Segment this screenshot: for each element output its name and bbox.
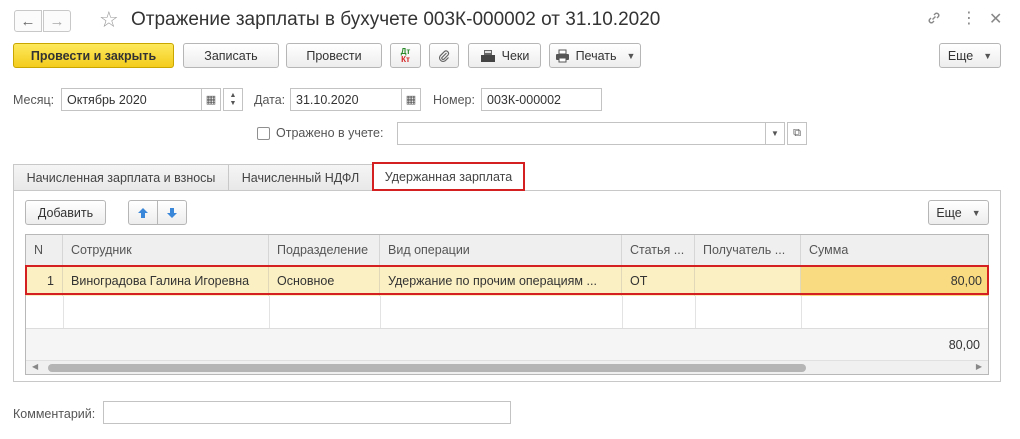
more-label: Еще: [947, 48, 974, 63]
checks-button[interactable]: Чеки: [468, 43, 541, 68]
month-label: Месяц:: [13, 93, 55, 107]
cell-operation[interactable]: Удержание по прочим операциям ...: [380, 266, 622, 296]
forward-arrow-icon: →: [49, 12, 65, 30]
checks-label: Чеки: [501, 48, 530, 63]
calendar-icon: ▦: [405, 94, 417, 106]
caret-down-icon: ▼: [983, 50, 993, 61]
calendar-icon: ▦: [205, 94, 217, 106]
column-header-article[interactable]: Статья ...: [622, 235, 695, 266]
tab-accrued-ndfl[interactable]: Начисленный НДФЛ: [228, 164, 373, 190]
cell-article[interactable]: ОТ: [622, 266, 695, 296]
comment-field[interactable]: [103, 401, 511, 424]
reflected-dropdown-button[interactable]: ▼: [765, 122, 785, 145]
scroll-right-icon[interactable]: ▶: [976, 362, 982, 371]
more-icon[interactable]: ⋮: [961, 8, 977, 28]
print-label: Печать: [575, 48, 617, 63]
tab-accrued-salary[interactable]: Начисленная зарплата и взносы: [13, 164, 229, 190]
cell-sum[interactable]: 80,00: [801, 266, 988, 296]
post-label: Провести: [306, 48, 362, 63]
column-header-recipient[interactable]: Получатель ...: [695, 235, 801, 266]
link-icon[interactable]: [926, 10, 942, 31]
number-label: Номер:: [433, 93, 475, 107]
post-button[interactable]: Провести: [286, 43, 382, 68]
month-stepper[interactable]: ▲ ▼: [223, 88, 243, 111]
page-title: Отражение зарплаты в бухучете 003К-00000…: [131, 9, 661, 30]
column-header-operation[interactable]: Вид операции: [380, 235, 622, 266]
scrollbar-thumb[interactable]: [48, 364, 806, 372]
date-field[interactable]: [290, 88, 402, 111]
post-and-close-button[interactable]: Провести и закрыть: [13, 43, 174, 68]
close-icon[interactable]: ✕: [989, 9, 1002, 29]
cell-employee[interactable]: Виноградова Галина Игоревна: [63, 266, 269, 296]
attach-button[interactable]: [429, 43, 459, 68]
add-button[interactable]: Добавить: [25, 200, 106, 225]
print-button[interactable]: Печать ▼: [549, 43, 641, 68]
cash-register-icon: [480, 49, 495, 62]
table-more-button[interactable]: Еще ▼: [928, 200, 989, 225]
column-header-n[interactable]: N: [26, 235, 63, 266]
tab-withheld-salary[interactable]: Удержанная зарплата: [372, 162, 525, 191]
cell-recipient[interactable]: [695, 266, 801, 296]
reflected-checkbox[interactable]: [257, 127, 270, 140]
caret-down-icon: ▼: [626, 50, 636, 61]
scroll-left-icon[interactable]: ◀: [32, 362, 38, 371]
forward-button[interactable]: →: [43, 10, 71, 32]
open-button[interactable]: ⧉: [787, 122, 807, 145]
move-up-button[interactable]: [128, 200, 158, 225]
total-sum: 80,00: [948, 338, 980, 352]
stepper-down-icon: ▼: [229, 99, 237, 107]
date-calendar-button[interactable]: ▦: [401, 88, 421, 111]
reflected-label: Отражено в учете:: [276, 126, 384, 140]
kt-icon: Кт: [401, 54, 410, 64]
stepper-up-icon: ▲: [229, 91, 237, 99]
date-label: Дата:: [254, 93, 286, 107]
table-header: N Сотрудник Подразделение Вид операции С…: [26, 235, 988, 266]
withheld-table[interactable]: N Сотрудник Подразделение Вид операции С…: [25, 234, 989, 375]
back-button[interactable]: ←: [14, 10, 42, 32]
caret-down-icon: ▼: [971, 207, 981, 218]
post-and-close-label: Провести и закрыть: [30, 48, 157, 63]
add-label: Добавить: [37, 205, 94, 220]
cell-n[interactable]: 1: [26, 266, 63, 296]
table-footer: 80,00: [26, 328, 988, 360]
open-window-icon: ⧉: [793, 127, 801, 139]
table-more-label: Еще: [936, 205, 962, 220]
number-field[interactable]: [481, 88, 602, 111]
column-header-employee[interactable]: Сотрудник: [63, 235, 269, 266]
table-row[interactable]: 1 Виноградова Галина Игоревна Основное У…: [26, 266, 988, 296]
back-arrow-icon: ←: [20, 12, 36, 30]
star-icon[interactable]: ☆: [99, 7, 119, 33]
cell-department[interactable]: Основное: [269, 266, 380, 296]
month-field[interactable]: [61, 88, 202, 111]
arrow-up-icon: [138, 207, 148, 218]
caret-down-icon: ▼: [771, 129, 779, 138]
arrow-down-icon: [167, 207, 177, 218]
more-button[interactable]: Еще ▼: [939, 43, 1001, 68]
move-down-button[interactable]: [157, 200, 187, 225]
calendar-button[interactable]: ▦: [201, 88, 221, 111]
tab-label: Начисленная зарплата и взносы: [26, 170, 216, 185]
column-header-sum[interactable]: Сумма: [801, 235, 988, 266]
tab-label: Удержанная зарплата: [384, 169, 513, 184]
tab-label: Начисленный НДФЛ: [241, 170, 360, 185]
reflected-field[interactable]: [397, 122, 766, 145]
horizontal-scrollbar[interactable]: ◀ ▶: [26, 360, 988, 374]
dt-kt-button[interactable]: Дт Кт: [390, 43, 421, 68]
save-label: Записать: [204, 48, 258, 63]
printer-icon: [555, 49, 569, 62]
column-header-department[interactable]: Подразделение: [269, 235, 380, 266]
save-button[interactable]: Записать: [183, 43, 279, 68]
paperclip-icon: [439, 49, 450, 62]
comment-label: Комментарий:: [13, 407, 96, 421]
